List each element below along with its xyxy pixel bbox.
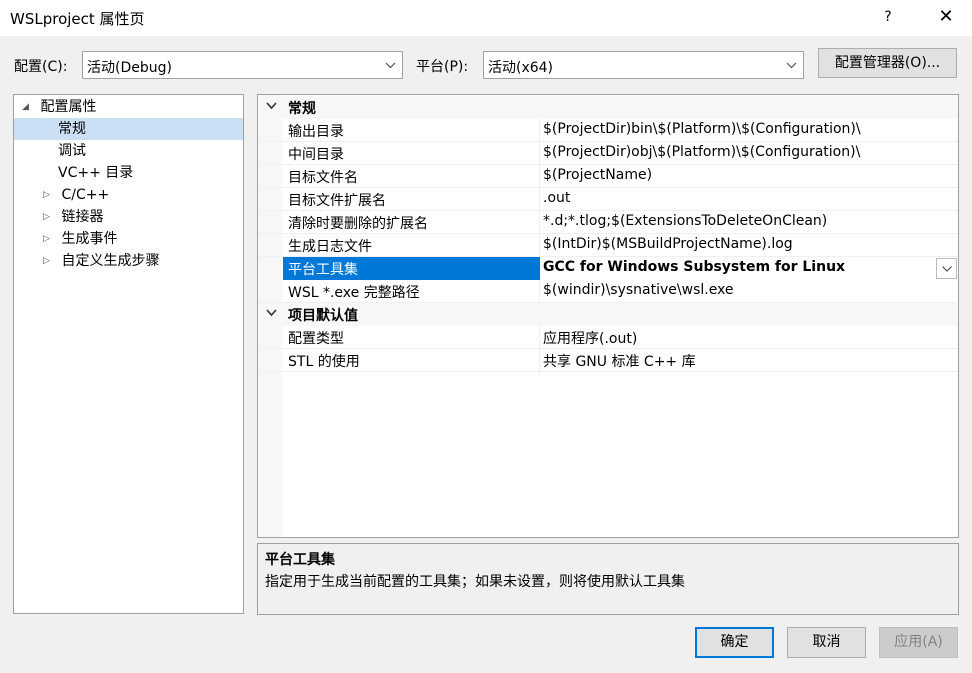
property-value[interactable]: *.d;*.tlog;$(ExtensionsToDeleteOnClean) [543,213,827,229]
config-combo-value: 活动(Debug) [87,60,172,76]
property-row[interactable]: 目标文件扩展名 .out [258,188,958,211]
property-row[interactable]: 中间目录 $(ProjectDir)obj\$(Platform)\$(Conf… [258,142,958,165]
property-row[interactable]: WSL *.exe 完整路径 $(windir)\sysnative\wsl.e… [258,280,958,303]
property-value[interactable]: $(ProjectDir)bin\$(Platform)\$(Configura… [543,121,861,137]
collapsed-triangle-icon[interactable]: ▷ [43,184,57,206]
tree-item-label: C/C++ [61,187,110,203]
property-value[interactable]: 应用程序(.out) [543,328,637,348]
tree-item-build-events[interactable]: ▷ 生成事件 [43,228,117,250]
property-name: 输出目录 [288,124,344,140]
description-text: 指定用于生成当前配置的工具集；如果未设置，则将使用默认工具集 [265,574,685,590]
property-row[interactable]: 目标文件名 $(ProjectName) [258,165,958,188]
tree-item-general[interactable]: 常规 [14,118,243,140]
category-general[interactable]: 常规 [258,96,958,119]
tree-item-label: 链接器 [61,209,104,225]
cancel-button[interactable]: 取消 [787,627,866,658]
property-value[interactable]: $(ProjectDir)obj\$(Platform)\$(Configura… [543,144,860,160]
property-value[interactable]: $(IntDir)$(MSBuildProjectName).log [543,236,793,252]
chevron-down-icon[interactable] [266,99,277,116]
tree-item-label: VC++ 目录 [58,165,134,181]
tree-item-label: 常规 [58,121,86,137]
property-row[interactable]: 清除时要删除的扩展名 *.d;*.tlog;$(ExtensionsToDele… [258,211,958,234]
property-grid: 常规 输出目录 $(ProjectDir)bin\$(Platform)\$(C… [257,94,959,538]
property-name: WSL *.exe 完整路径 [288,285,420,301]
tree-item-config-properties[interactable]: ◢ 配置属性 [22,96,243,118]
row-divider [258,371,958,372]
config-label: 配置(C): [14,59,68,75]
config-manager-button[interactable]: 配置管理器(O)... [818,48,957,78]
property-row[interactable]: STL 的使用 共享 GNU 标准 C++ 库 [258,349,958,372]
tree-item-label: 配置属性 [40,99,97,115]
chevron-down-icon [786,56,797,74]
tree-item-label: 调试 [58,143,86,159]
tree-item-label: 生成事件 [61,231,118,247]
chevron-down-icon [942,266,952,272]
tree-item-label: 自定义生成步骤 [61,253,160,269]
tree-item-vc-directories[interactable]: VC++ 目录 [58,162,133,184]
property-row[interactable]: 输出目录 $(ProjectDir)bin\$(Platform)\$(Conf… [258,119,958,142]
property-value[interactable]: 共享 GNU 标准 C++ 库 [543,351,696,371]
ok-button[interactable]: 确定 [695,627,774,658]
property-tree: ◢ 配置属性 常规 调试 VC++ 目录 ▷ C/C++ ▷ 链接器 ▷ 生成事… [13,94,244,614]
category-label: 常规 [288,101,316,117]
tree-item-linker[interactable]: ▷ 链接器 [43,206,103,228]
close-button[interactable]: ✕ [926,0,966,36]
property-row-selected[interactable]: 平台工具集 GCC for Windows Subsystem for Linu… [258,257,958,280]
category-project-defaults[interactable]: 项目默认值 [258,303,958,326]
chevron-down-icon [385,56,396,74]
property-value[interactable]: .out [543,190,570,206]
platform-combo-value: 活动(x64) [488,60,554,76]
property-value[interactable]: $(windir)\sysnative\wsl.exe [543,282,734,298]
collapsed-triangle-icon[interactable]: ▷ [43,228,57,250]
category-label: 项目默认值 [288,308,358,324]
expanded-triangle-icon[interactable]: ◢ [22,96,36,118]
property-name: 清除时要删除的扩展名 [288,216,428,232]
chevron-down-icon[interactable] [266,306,277,323]
title-bar: WSLproject 属性页 ? ✕ [0,0,972,36]
platform-label: 平台(P): [416,59,469,75]
apply-button[interactable]: 应用(A) [879,627,958,658]
collapsed-triangle-icon[interactable]: ▷ [43,206,57,228]
property-name: 平台工具集 [288,262,358,278]
property-name: 配置类型 [288,331,344,347]
property-row[interactable]: 生成日志文件 $(IntDir)$(MSBuildProjectName).lo… [258,234,958,257]
window-title: WSLproject 属性页 [10,10,145,28]
tree-item-debugging[interactable]: 调试 [58,140,86,162]
property-name: STL 的使用 [288,354,360,370]
platform-combo[interactable]: 活动(x64) [483,51,804,79]
value-dropdown-button[interactable] [936,258,957,279]
property-row[interactable]: 配置类型 应用程序(.out) [258,326,958,349]
tree-item-custom-build-step[interactable]: ▷ 自定义生成步骤 [43,250,159,272]
collapsed-triangle-icon[interactable]: ▷ [43,250,57,272]
property-value[interactable]: $(ProjectName) [543,167,652,183]
description-panel: 平台工具集 指定用于生成当前配置的工具集；如果未设置，则将使用默认工具集 [257,543,959,615]
property-name: 生成日志文件 [288,239,372,255]
property-value[interactable]: GCC for Windows Subsystem for Linux [543,259,845,275]
property-name: 目标文件名 [288,170,358,186]
property-name: 中间目录 [288,147,344,163]
property-name: 目标文件扩展名 [288,193,386,209]
tree-item-cpp[interactable]: ▷ C/C++ [43,184,109,206]
help-button[interactable]: ? [868,0,908,36]
config-combo[interactable]: 活动(Debug) [82,51,403,79]
description-title: 平台工具集 [265,552,335,568]
